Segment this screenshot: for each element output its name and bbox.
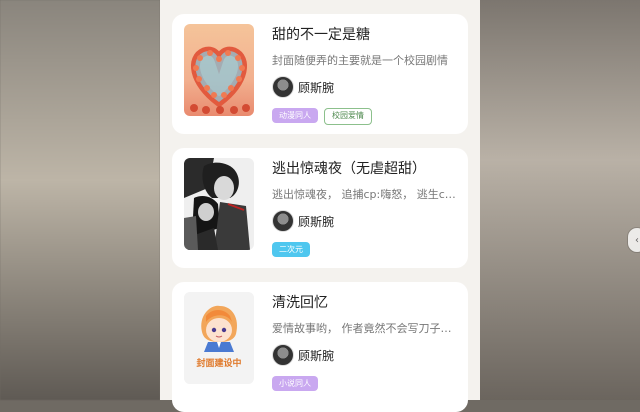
book-card[interactable]: 甜的不一定是糖 封面随便弄的主要就是一个校园剧情 顾斯腕 动漫同人 校园爱情	[172, 14, 468, 134]
book-title[interactable]: 逃出惊魂夜（无虐超甜）	[272, 158, 456, 178]
author-avatar[interactable]	[272, 344, 294, 366]
book-cover[interactable]: 封面建设中	[184, 292, 254, 384]
tag[interactable]: 动漫同人	[272, 108, 318, 123]
background-right	[480, 0, 640, 400]
book-description: 爱情故事哟， 作者竟然不会写刀子， 但…	[272, 322, 458, 335]
heart-wreath-cover	[184, 24, 254, 116]
book-description: 封面随便弄的主要就是一个校园剧情	[272, 54, 448, 67]
book-cover[interactable]	[184, 158, 254, 250]
author-avatar[interactable]	[272, 76, 294, 98]
book-cover[interactable]	[184, 24, 254, 116]
book-author[interactable]: 顾斯腕	[272, 76, 334, 98]
author-name[interactable]: 顾斯腕	[298, 347, 334, 364]
book-description: 逃出惊魂夜， 追捕cp:嗨怒， 逃生cp:…	[272, 188, 458, 201]
background-left	[0, 0, 160, 400]
book-list: 甜的不一定是糖 封面随便弄的主要就是一个校园剧情 顾斯腕 动漫同人 校园爱情 逃…	[160, 0, 480, 412]
cover-placeholder-label: 封面建设中	[196, 359, 242, 369]
tag[interactable]: 校园爱情	[324, 108, 372, 125]
author-name[interactable]: 顾斯腕	[298, 79, 334, 96]
placeholder-cover-illustration	[184, 292, 254, 384]
author-avatar[interactable]	[272, 210, 294, 232]
author-name[interactable]: 顾斯腕	[298, 213, 334, 230]
book-author[interactable]: 顾斯腕	[272, 210, 334, 232]
book-tags: 二次元	[272, 242, 310, 257]
book-tags: 小说同人	[272, 376, 318, 391]
book-author[interactable]: 顾斯腕	[272, 344, 334, 366]
manga-cover	[184, 158, 254, 250]
book-title[interactable]: 清洗回忆	[272, 292, 456, 312]
tag[interactable]: 二次元	[272, 242, 310, 257]
book-card[interactable]: 封面建设中 清洗回忆 爱情故事哟， 作者竟然不会写刀子， 但… 顾斯腕 小说同人	[172, 282, 468, 412]
side-handle-icon[interactable]: ‹	[628, 228, 640, 252]
book-tags: 动漫同人 校园爱情	[272, 108, 372, 125]
book-title[interactable]: 甜的不一定是糖	[272, 24, 456, 44]
tag[interactable]: 小说同人	[272, 376, 318, 391]
book-card[interactable]: 逃出惊魂夜（无虐超甜） 逃出惊魂夜， 追捕cp:嗨怒， 逃生cp:… 顾斯腕 二…	[172, 148, 468, 268]
